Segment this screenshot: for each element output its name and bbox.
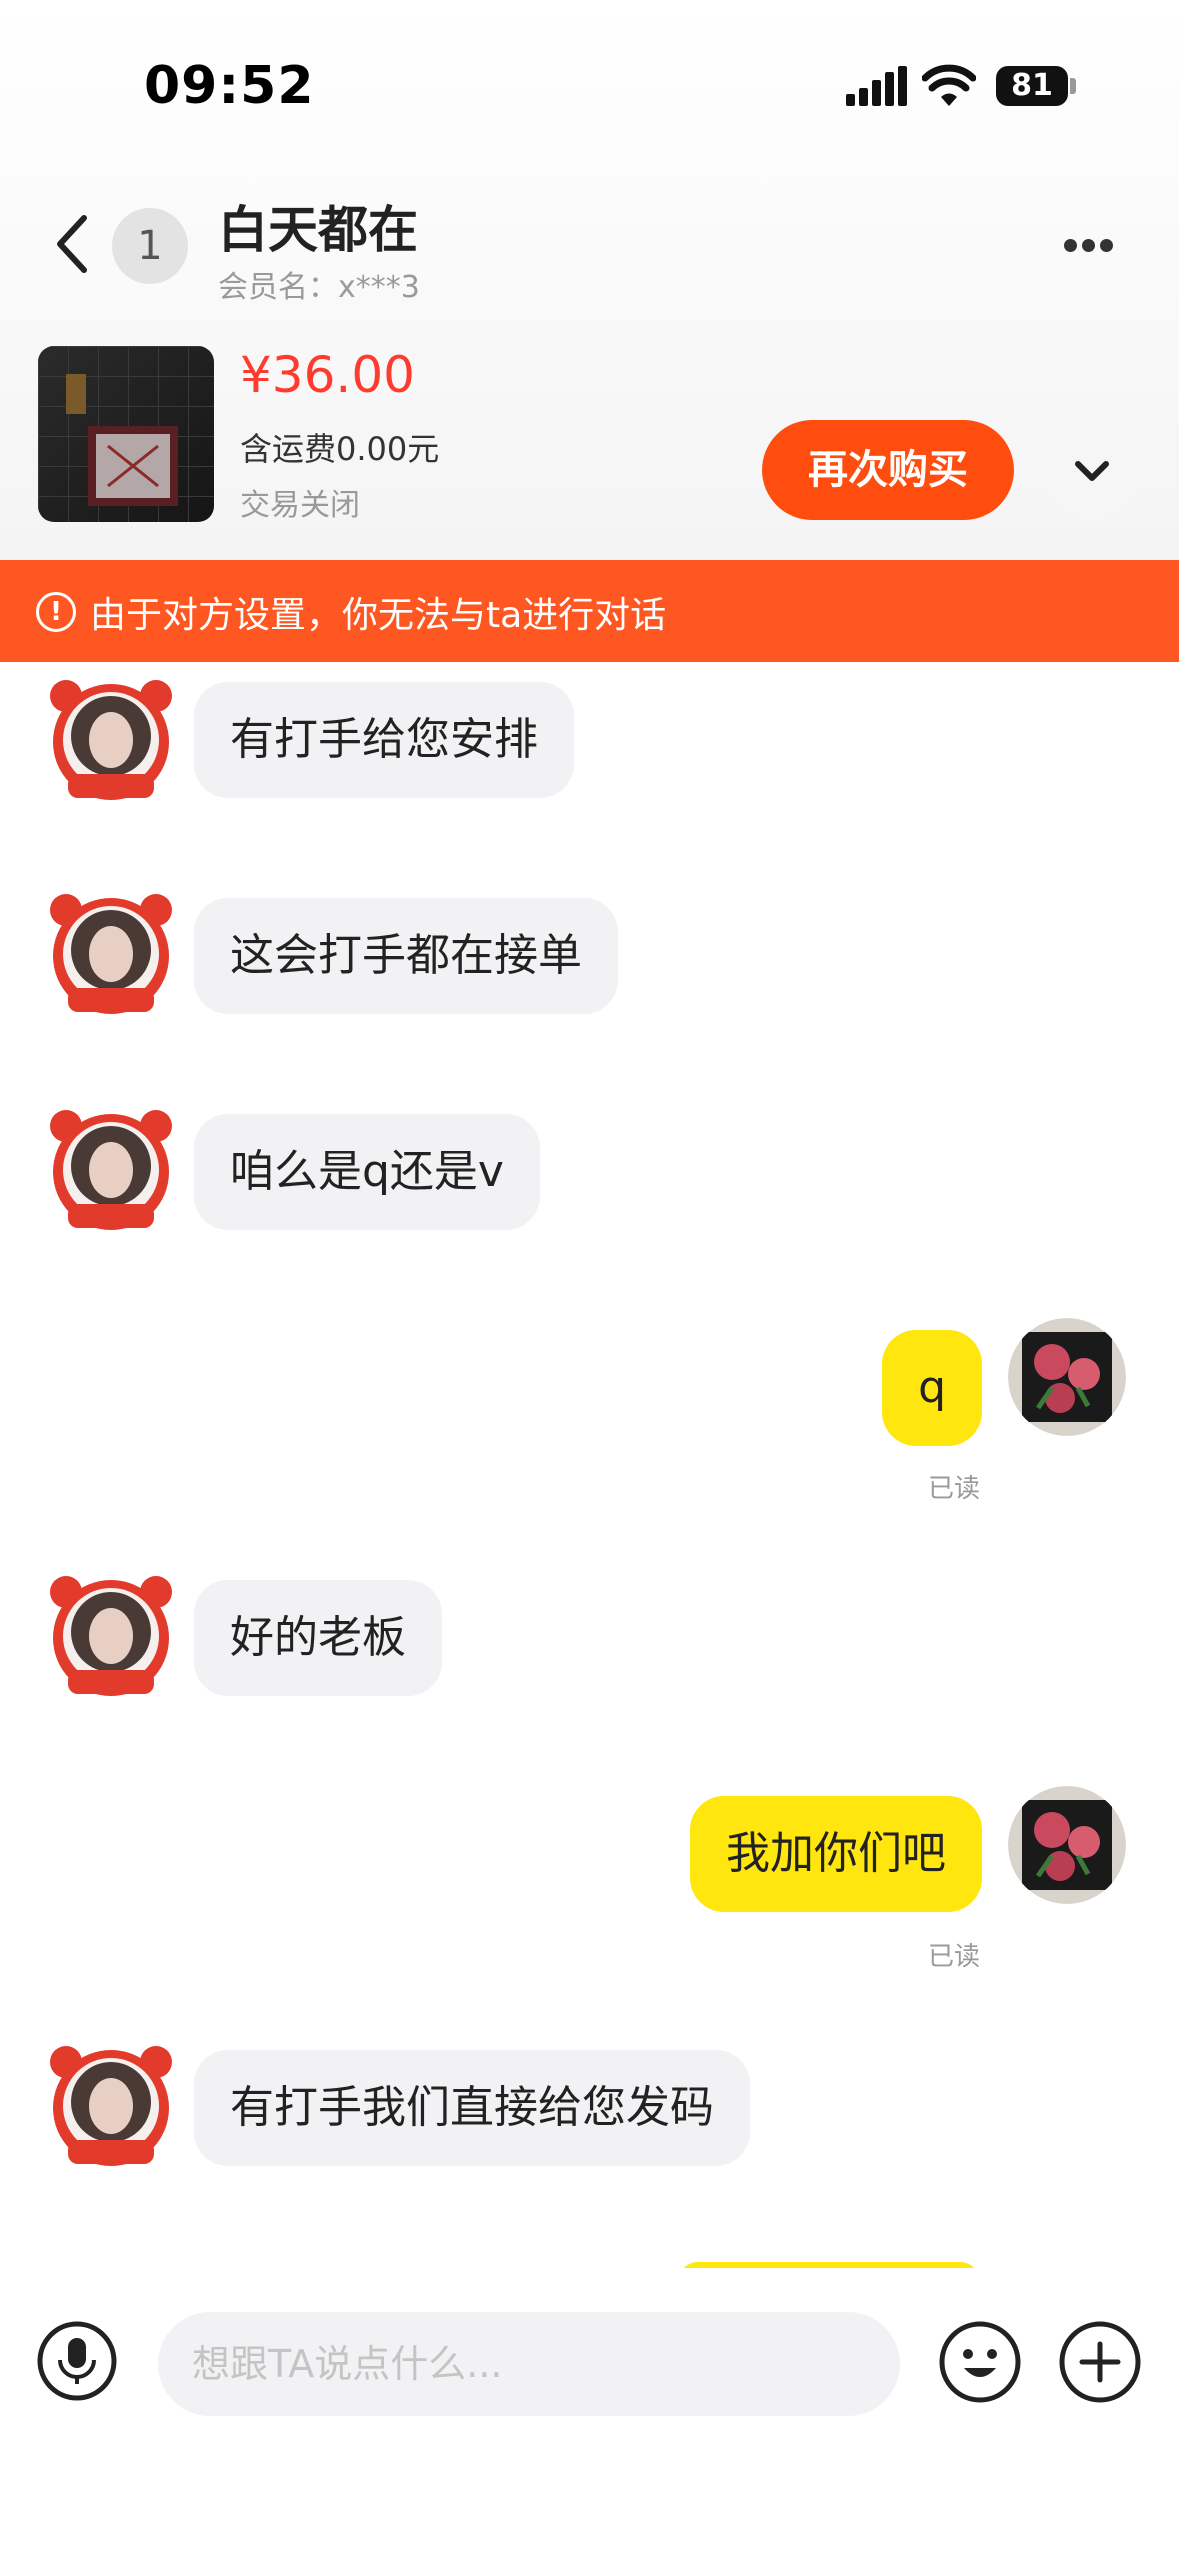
back-arrow-icon[interactable] — [52, 212, 92, 276]
product-price: ¥36.00 — [240, 346, 415, 404]
microphone-icon[interactable] — [36, 2320, 118, 2402]
status-time: 09:52 — [144, 56, 315, 116]
trade-status: 交易关闭 — [240, 488, 360, 523]
battery-tip — [1070, 78, 1076, 94]
product-image — [38, 346, 214, 522]
warning-icon: ! — [36, 592, 76, 632]
shipping-fee: 含运费0.00元 — [240, 430, 440, 468]
message-bubble-incoming[interactable]: 咱么是q还是v — [194, 1114, 540, 1230]
message-bubble-incoming[interactable]: 这会打手都在接单 — [194, 898, 618, 1014]
message-bubble-incoming[interactable]: 好的老板 — [194, 1580, 442, 1696]
chat-title: 白天都在 — [218, 201, 418, 259]
message-input[interactable] — [158, 2312, 900, 2416]
chevron-down-icon[interactable] — [1042, 420, 1142, 520]
message-bubble-outgoing[interactable]: q — [882, 1330, 982, 1446]
battery-indicator: 81 — [996, 66, 1068, 106]
more-dots-icon[interactable] — [1064, 226, 1134, 266]
seller-avatar[interactable] — [48, 1574, 174, 1700]
member-name: 会员名：x***3 — [218, 270, 420, 305]
seller-avatar[interactable] — [48, 2044, 174, 2170]
blocked-banner-text: 由于对方设置，你无法与ta进行对话 — [90, 595, 667, 636]
user-avatar[interactable] — [1008, 1786, 1126, 1904]
emoji-icon[interactable] — [938, 2320, 1022, 2404]
read-receipt: 已读 — [928, 1942, 981, 1972]
seller-avatar[interactable] — [48, 1108, 174, 1234]
message-bubble-outgoing[interactable]: 我加你们吧 — [690, 1796, 982, 1912]
product-thumbnail[interactable] — [38, 346, 214, 522]
message-bubble-incoming[interactable]: 有打手我们直接给您发码 — [194, 2050, 750, 2166]
wifi-icon — [922, 64, 976, 106]
user-avatar[interactable] — [1008, 1318, 1126, 1436]
plus-icon[interactable] — [1058, 2320, 1142, 2404]
rebuy-button[interactable]: 再次购买 — [762, 420, 1014, 520]
seller-avatar[interactable] — [48, 678, 174, 804]
seller-avatar[interactable] — [48, 892, 174, 1018]
blocked-banner: ! 由于对方设置，你无法与ta进行对话 — [0, 560, 1179, 662]
unread-count-badge: 1 — [112, 208, 188, 284]
signal-icon — [846, 66, 907, 106]
read-receipt: 已读 — [928, 1474, 981, 1504]
input-bar — [0, 2268, 1179, 2556]
message-bubble-incoming[interactable]: 有打手给您安排 — [194, 682, 574, 798]
